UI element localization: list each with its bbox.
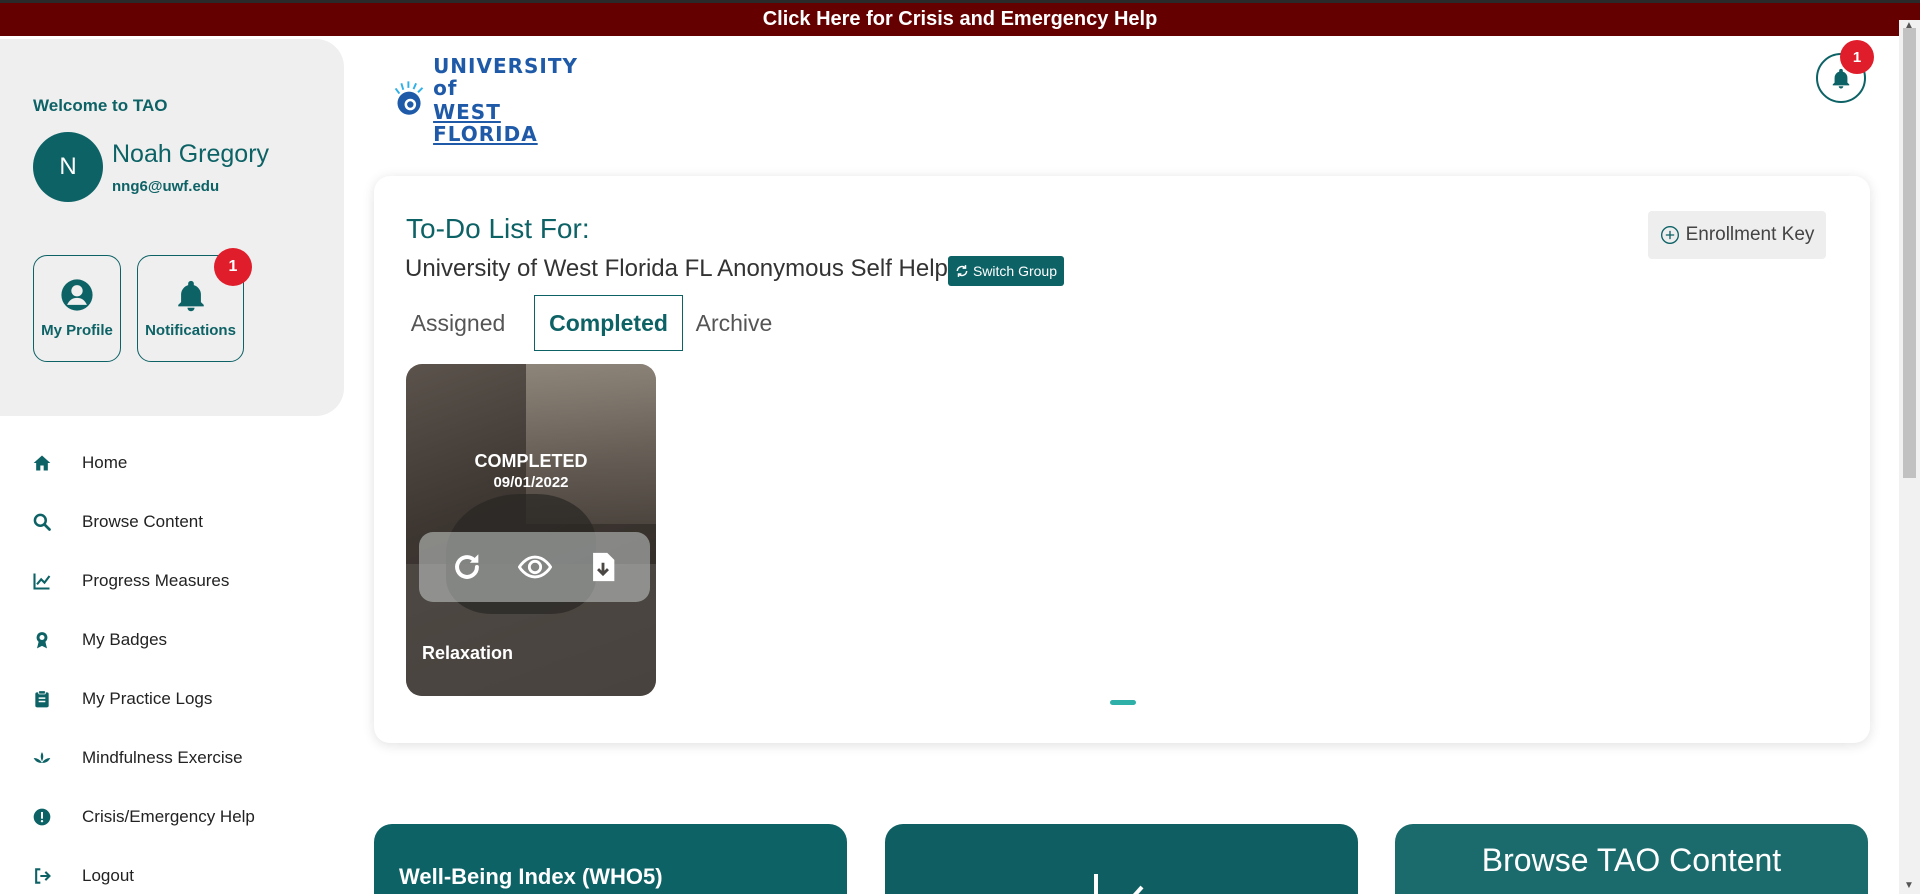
file-download-icon [592,552,614,582]
user-name: Noah Gregory [112,140,270,168]
refresh-icon [956,265,968,277]
lotus-icon [31,747,53,769]
content-card-relaxation[interactable]: COMPLETED 09/01/2022 Relaxation [406,364,656,696]
sidebar-item-label: Home [82,453,128,472]
sidebar-item-my-practice-logs[interactable]: My Practice Logs [0,679,344,719]
notifications-count-badge: 1 [214,248,252,286]
logo-line-1: UNIVERSITY of [433,54,578,100]
sidebar-item-my-badges[interactable]: My Badges [0,620,344,660]
sidebar-item-logout[interactable]: Logout [0,856,344,894]
alert-icon [31,806,53,828]
sidebar-item-home[interactable]: Home [0,443,344,483]
enrollment-key-label: Enrollment Key [1685,224,1815,245]
notifications-label: Notifications [145,322,236,339]
tab-archive[interactable]: Archive [686,295,782,351]
page-scrollbar[interactable]: ▲ ▼ [1899,20,1920,894]
scroll-down-arrow-icon[interactable]: ▼ [1904,880,1914,891]
carousel-page-indicator[interactable] [1110,700,1136,705]
scrollbar-thumb[interactable] [1903,28,1916,478]
sidebar-item-label: My Practice Logs [82,689,213,708]
avatar: N [33,132,103,202]
badge-icon [31,629,53,651]
redo-icon [454,554,479,579]
sidebar-item-label: Logout [82,866,134,885]
crisis-help-banner[interactable]: Click Here for Crisis and Emergency Help [0,0,1920,36]
my-profile-button[interactable]: My Profile [33,255,121,362]
card-action-bar [419,532,650,602]
progress-tile[interactable] [885,824,1358,894]
user-email: nng6@uwf.edu [112,178,220,195]
sidebar-item-label: My Badges [82,630,168,649]
welcome-text: Welcome to TAO [33,96,168,115]
switch-group-button[interactable]: Switch Group [948,256,1064,286]
wellbeing-index-tile[interactable]: Well-Being Index (WHO5) [374,824,847,894]
plus-circle-icon [1660,226,1679,244]
sidebar-item-progress-measures[interactable]: Progress Measures [0,561,344,601]
sidebar-item-browse-content[interactable]: Browse Content [0,502,344,542]
profile-card: Welcome to TAO N Noah Gregory nng6@uwf.e… [0,39,344,416]
download-button[interactable] [584,548,622,586]
switch-group-label: Switch Group [972,263,1058,279]
tab-completed[interactable]: Completed [534,295,683,351]
browse-content-title: Browse TAO Content [1481,842,1782,878]
search-icon [31,511,53,533]
card-completed-date: 09/01/2022 [493,474,569,491]
university-logo: UNIVERSITY of WEST FLORIDA [393,55,578,145]
user-circle-icon [61,279,93,311]
sidebar-item-label: Progress Measures [82,571,230,590]
view-button[interactable] [516,548,554,586]
card-title: Relaxation [422,643,514,663]
tab-assigned[interactable]: Assigned [408,295,508,351]
header-notifications-badge: 1 [1840,40,1874,74]
bell-icon [177,280,204,312]
chart-line-icon [31,570,53,592]
sidebar-item-label: Crisis/Emergency Help [82,807,255,826]
sidebar-item-mindfulness-exercise[interactable]: Mindfulness Exercise [0,738,344,778]
sidebar-item-label: Browse Content [82,512,203,531]
my-profile-label: My Profile [41,322,113,339]
logo-line-2: WEST FLORIDA [433,100,538,146]
enrollment-key-button[interactable]: Enrollment Key [1648,211,1826,259]
logout-icon [31,865,53,887]
chart-line-icon [1094,874,1144,894]
todo-title: To-Do List For: [406,213,590,244]
group-name: University of West Florida FL Anonymous … [405,255,948,282]
clipboard-icon [31,688,53,710]
redo-button[interactable] [448,548,486,586]
nautilus-logo-icon [394,81,424,115]
crisis-help-link[interactable]: Click Here for Crisis and Emergency Help [763,8,1158,31]
sidebar-item-label: Mindfulness Exercise [82,748,243,767]
eye-icon [517,555,552,579]
wellbeing-index-title: Well-Being Index (WHO5) [399,864,663,889]
browse-content-tile[interactable]: Browse TAO Content [1395,824,1868,894]
sidebar-item-crisis-emergency-help[interactable]: Crisis/Emergency Help [0,797,344,837]
todo-list-card: To-Do List For: University of West Flori… [374,176,1870,743]
card-status: COMPLETED [474,451,588,471]
home-icon [31,452,53,474]
